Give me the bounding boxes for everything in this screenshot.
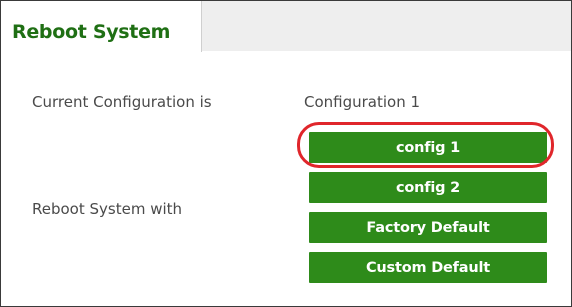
current-configuration-value: Configuration 1 xyxy=(304,93,421,111)
reboot-system-panel: Reboot System Current Configuration is C… xyxy=(0,0,572,307)
factory-default-button[interactable]: Factory Default xyxy=(309,212,547,243)
config-1-button[interactable]: config 1 xyxy=(309,132,547,163)
config-2-button[interactable]: config 2 xyxy=(309,172,547,203)
tab-title: Reboot System xyxy=(12,21,171,43)
reboot-system-with-label: Reboot System with xyxy=(32,200,183,218)
tab-reboot-system[interactable]: Reboot System xyxy=(1,1,202,52)
tab-bar: Reboot System xyxy=(1,1,571,52)
custom-default-button[interactable]: Custom Default xyxy=(309,252,547,283)
current-configuration-label: Current Configuration is xyxy=(32,93,212,111)
